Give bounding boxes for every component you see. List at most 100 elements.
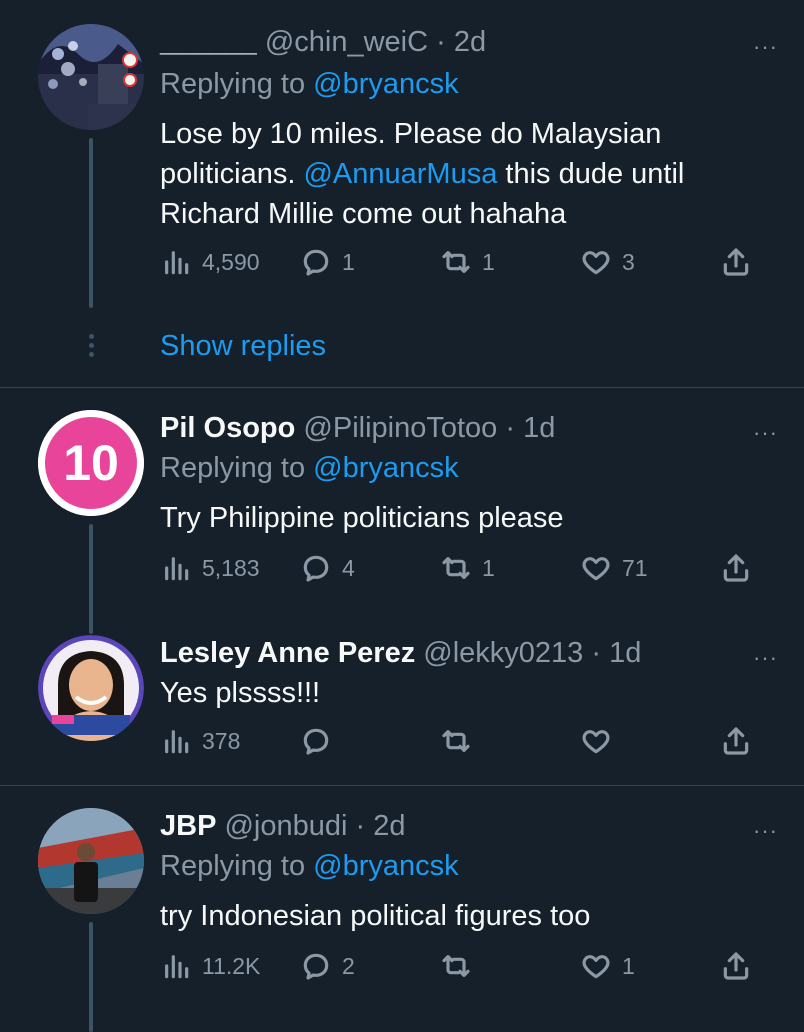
replying-to: Replying to @bryancsk bbox=[160, 848, 459, 884]
share-icon bbox=[723, 248, 749, 276]
show-replies-link[interactable]: Show replies bbox=[160, 330, 326, 363]
tweet-text: Try Philippine politicians please bbox=[160, 502, 564, 534]
user-handle[interactable]: @jonbudi bbox=[224, 810, 347, 842]
reply-button[interactable]: 4 bbox=[300, 552, 355, 584]
retweet-icon bbox=[442, 557, 470, 579]
views-count: 5,183 bbox=[202, 554, 260, 581]
display-name[interactable]: ______ bbox=[160, 26, 257, 58]
reply-button[interactable]: 1 bbox=[300, 246, 355, 278]
like-button[interactable]: 71 bbox=[580, 552, 648, 584]
views-button[interactable]: 11.2K bbox=[160, 950, 260, 982]
avatar[interactable] bbox=[38, 808, 144, 914]
display-name[interactable]: Lesley Anne Perez bbox=[160, 637, 415, 669]
views-icon bbox=[165, 251, 189, 275]
views-icon bbox=[165, 557, 189, 581]
retweet-button[interactable] bbox=[440, 725, 482, 757]
replying-to-mention[interactable]: @bryancsk bbox=[313, 452, 458, 484]
thread-line bbox=[89, 138, 93, 308]
reply-icon bbox=[303, 953, 329, 980]
share-button[interactable] bbox=[720, 725, 752, 757]
reply-icon bbox=[303, 555, 329, 582]
like-button[interactable]: 1 bbox=[580, 950, 635, 982]
tweet-text: Yes plssss!!! bbox=[160, 677, 321, 709]
share-button[interactable] bbox=[720, 246, 752, 278]
share-button[interactable] bbox=[720, 950, 752, 982]
tweet-chin-weic[interactable]: ______ @chin_weiC · 2d ··· Replying to @… bbox=[0, 24, 804, 364]
more-icon[interactable]: ··· bbox=[753, 818, 778, 844]
more-icon[interactable]: ··· bbox=[753, 645, 778, 671]
views-icon bbox=[165, 730, 189, 754]
more-icon[interactable]: ··· bbox=[753, 34, 778, 60]
display-name[interactable]: Pil Osopo bbox=[160, 412, 295, 444]
retweet-button[interactable]: 1 bbox=[440, 552, 495, 584]
thread-line bbox=[89, 922, 93, 1032]
thread-continuation-dots bbox=[87, 334, 95, 361]
like-button[interactable]: 3 bbox=[580, 246, 635, 278]
replying-to-label: Replying to bbox=[160, 68, 306, 100]
more-icon[interactable]: ··· bbox=[753, 420, 778, 446]
like-icon bbox=[582, 730, 610, 754]
tweet-header: Lesley Anne Perez @lekky0213 · 1d bbox=[160, 635, 641, 671]
views-count: 4,590 bbox=[202, 248, 260, 275]
reply-count: 4 bbox=[342, 554, 355, 581]
like-icon bbox=[582, 251, 610, 275]
views-button[interactable]: 5,183 bbox=[160, 552, 260, 584]
reply-icon bbox=[303, 728, 329, 755]
display-name[interactable]: JBP bbox=[160, 810, 216, 842]
avatar-number: 10 bbox=[63, 435, 119, 491]
tweet-actions: 4,590 1 1 3 bbox=[160, 246, 760, 282]
separator-dot: · bbox=[355, 810, 366, 842]
share-icon bbox=[723, 952, 749, 980]
avatar[interactable] bbox=[38, 635, 144, 741]
like-icon bbox=[582, 557, 610, 581]
divider bbox=[0, 387, 804, 388]
retweet-icon bbox=[442, 251, 470, 273]
views-button[interactable]: 378 bbox=[160, 725, 240, 757]
user-handle[interactable]: @PilipinoTotoo bbox=[303, 412, 497, 444]
timestamp[interactable]: 1d bbox=[523, 412, 555, 444]
views-icon bbox=[165, 955, 189, 979]
tweet-jbp[interactable]: JBP @jonbudi · 2d ··· Replying to @bryan… bbox=[0, 808, 804, 1032]
separator-dot: · bbox=[505, 412, 516, 444]
reply-button[interactable] bbox=[300, 725, 342, 757]
separator-dot: · bbox=[591, 637, 602, 669]
replying-to: Replying to @bryancsk bbox=[160, 66, 459, 102]
avatar[interactable]: 10 bbox=[38, 410, 144, 516]
tweet-text: try Indonesian political figures too bbox=[160, 900, 591, 932]
retweet-button[interactable] bbox=[440, 950, 482, 982]
avatar[interactable] bbox=[38, 24, 144, 130]
reply-button[interactable]: 2 bbox=[300, 950, 355, 982]
tweet-header: Pil Osopo @PilipinoTotoo · 1d bbox=[160, 410, 555, 446]
replying-to-mention[interactable]: @bryancsk bbox=[313, 68, 458, 100]
retweet-icon bbox=[442, 730, 470, 752]
tweet-lesley-anne-perez[interactable]: Lesley Anne Perez @lekky0213 · 1d ··· Ye… bbox=[0, 635, 804, 775]
like-icon bbox=[582, 955, 610, 979]
user-handle[interactable]: @chin_weiC bbox=[265, 26, 428, 58]
views-count: 11.2K bbox=[202, 952, 261, 979]
retweet-count: 1 bbox=[482, 248, 495, 275]
share-button[interactable] bbox=[720, 552, 752, 584]
tweet-text: Lose by 10 miles. Please do Malaysian po… bbox=[160, 114, 760, 234]
separator-dot: · bbox=[436, 26, 446, 58]
tweet-actions: 11.2K 2 1 bbox=[160, 950, 760, 986]
replying-to-label: Replying to bbox=[160, 452, 306, 484]
like-count: 3 bbox=[622, 248, 635, 275]
replying-to-mention[interactable]: @bryancsk bbox=[313, 850, 458, 882]
thread-line bbox=[89, 524, 93, 634]
tweet-pil-osopo[interactable]: 10 Pil Osopo @PilipinoTotoo · 1d ··· Rep… bbox=[0, 410, 804, 634]
like-count: 1 bbox=[622, 952, 635, 979]
retweet-count: 1 bbox=[482, 554, 495, 581]
retweet-button[interactable]: 1 bbox=[440, 246, 495, 278]
user-handle[interactable]: @lekky0213 bbox=[423, 637, 583, 669]
like-button[interactable] bbox=[580, 725, 622, 757]
share-icon bbox=[723, 727, 749, 755]
mention-link[interactable]: @AnnuarMusa bbox=[303, 158, 497, 190]
like-count: 71 bbox=[622, 554, 648, 581]
timestamp[interactable]: 1d bbox=[609, 637, 641, 669]
timestamp[interactable]: 2d bbox=[454, 26, 486, 58]
views-count: 378 bbox=[202, 727, 241, 754]
views-button[interactable]: 4,590 bbox=[160, 246, 260, 278]
reply-count: 1 bbox=[342, 248, 355, 275]
timestamp[interactable]: 2d bbox=[373, 810, 405, 842]
share-icon bbox=[723, 554, 749, 582]
